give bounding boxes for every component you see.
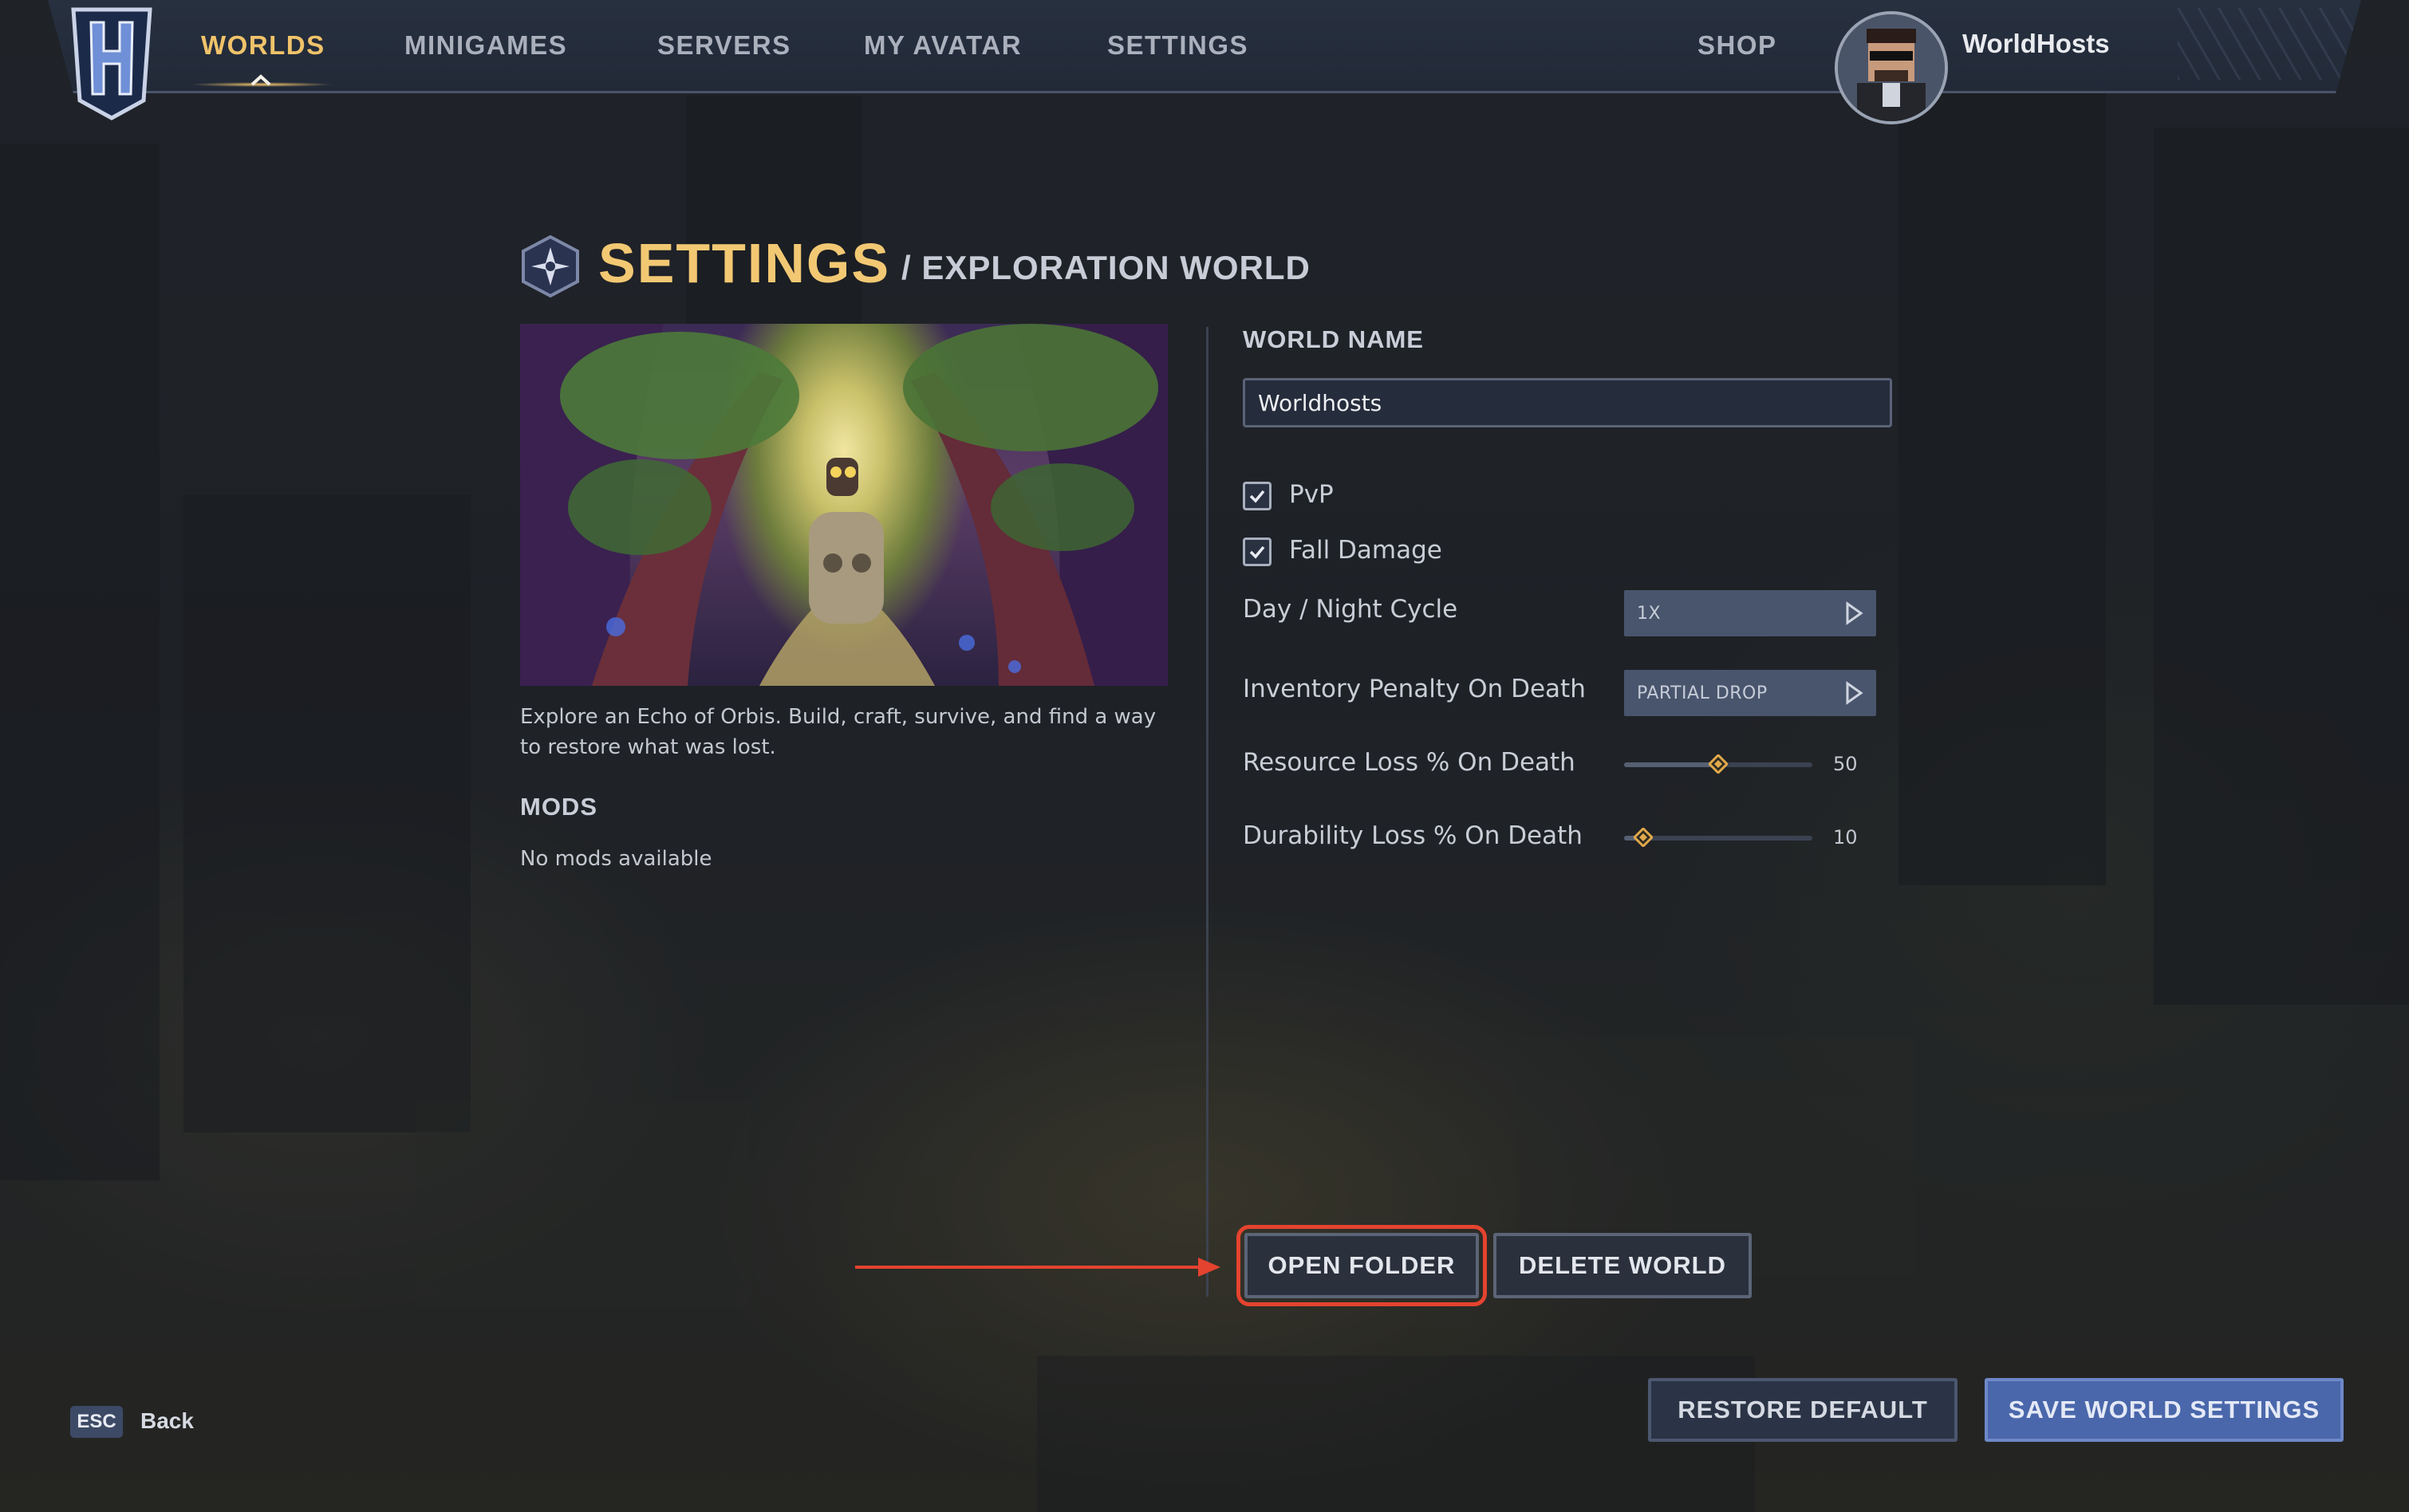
user-avatar[interactable] xyxy=(1835,11,1948,124)
column-divider xyxy=(1206,327,1208,1297)
nav-pattern xyxy=(2178,8,2353,80)
world-preview-image xyxy=(520,324,1168,686)
nav-servers[interactable]: SERVERS xyxy=(657,0,791,91)
mods-heading: MODS xyxy=(520,793,597,821)
esc-key-badge[interactable]: ESC xyxy=(70,1406,123,1438)
chevron-up-icon xyxy=(250,74,271,86)
nav-shop[interactable]: SHOP xyxy=(1697,0,1777,91)
pvp-checkbox[interactable] xyxy=(1243,482,1272,510)
world-name-label: WORLD NAME xyxy=(1243,325,1424,353)
inventory-penalty-value: PARTIAL DROP xyxy=(1637,683,1768,703)
open-folder-button[interactable]: OPEN FOLDER xyxy=(1244,1233,1479,1298)
compass-badge-icon xyxy=(522,234,579,298)
resource-loss-fill xyxy=(1624,762,1718,767)
day-night-select[interactable]: 1X xyxy=(1624,590,1876,636)
back-button[interactable]: Back xyxy=(140,1408,194,1434)
delete-world-button[interactable]: DELETE WORLD xyxy=(1493,1233,1752,1298)
checkmark-icon xyxy=(1249,490,1265,503)
play-arrow-icon xyxy=(1846,681,1863,705)
slider-thumb-diamond-icon[interactable] xyxy=(1633,828,1653,847)
hytale-logo-icon[interactable] xyxy=(67,5,156,121)
durability-loss-label: Durability Loss % On Death xyxy=(1243,821,1583,850)
nav-minigames[interactable]: MINIGAMES xyxy=(404,0,567,91)
background-dim xyxy=(0,0,2409,1512)
username[interactable]: WorldHosts xyxy=(1962,29,2110,59)
checkmark-icon xyxy=(1249,545,1265,559)
day-night-value: 1X xyxy=(1637,603,1662,624)
page-title: SETTINGS xyxy=(598,232,891,294)
play-arrow-icon xyxy=(1846,601,1863,625)
nav-my-avatar[interactable]: MY AVATAR xyxy=(864,0,1022,91)
page-subtitle: / EXPLORATION WORLD xyxy=(901,249,1311,286)
mods-empty-text: No mods available xyxy=(520,847,712,871)
world-name-input[interactable] xyxy=(1243,378,1892,427)
avatar-character-icon xyxy=(1838,14,1945,121)
resource-loss-value: 50 xyxy=(1833,753,1858,775)
fall-damage-label: Fall Damage xyxy=(1289,536,1442,565)
durability-loss-value: 10 xyxy=(1833,826,1858,849)
fall-damage-checkbox[interactable] xyxy=(1243,537,1272,566)
pvp-label: PvP xyxy=(1289,480,1334,509)
resource-loss-label: Resource Loss % On Death xyxy=(1243,748,1575,777)
durability-loss-slider[interactable] xyxy=(1624,828,1812,847)
day-night-label: Day / Night Cycle xyxy=(1243,595,1458,624)
restore-default-button[interactable]: RESTORE DEFAULT xyxy=(1648,1378,1958,1442)
save-world-settings-button[interactable]: SAVE WORLD SETTINGS xyxy=(1985,1378,2344,1442)
world-description: Explore an Echo of Orbis. Build, craft, … xyxy=(520,705,1157,759)
slider-thumb-diamond-icon[interactable] xyxy=(1709,754,1728,774)
annotation-arrow-icon xyxy=(855,1258,1220,1277)
nav-settings[interactable]: SETTINGS xyxy=(1107,0,1248,91)
inventory-penalty-select[interactable]: PARTIAL DROP xyxy=(1624,670,1876,716)
forest-scene-illustration xyxy=(520,324,1168,686)
inventory-penalty-label: Inventory Penalty On Death xyxy=(1243,675,1586,703)
resource-loss-slider[interactable] xyxy=(1624,754,1812,774)
